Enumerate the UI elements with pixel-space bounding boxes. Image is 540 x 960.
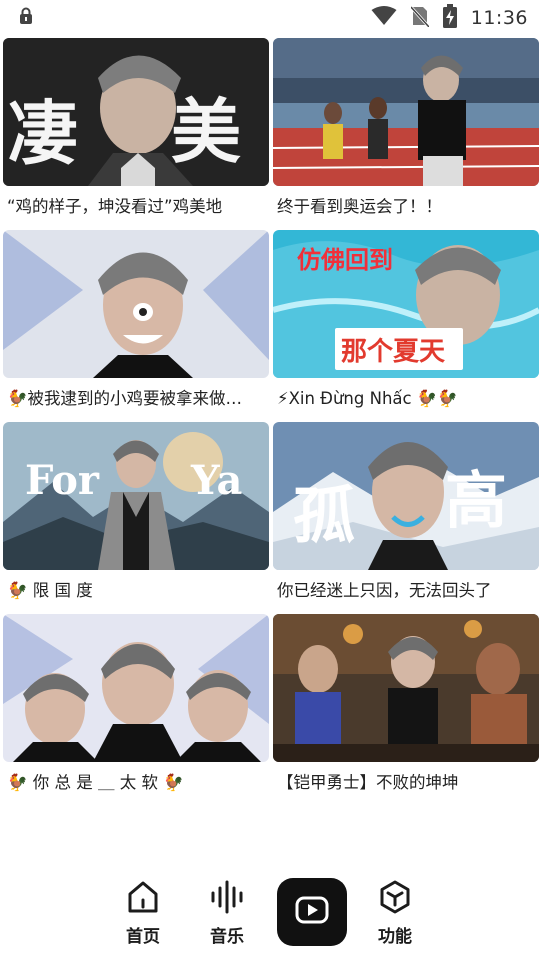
- svg-text:孤: 孤: [293, 479, 355, 552]
- nav-home-label: 首页: [126, 927, 160, 947]
- nav-home[interactable]: 首页: [113, 880, 173, 947]
- nav-functions-label: 功能: [378, 927, 412, 947]
- video-title[interactable]: 🐓 你 总 是 ＿ 太 软 🐓: [7, 769, 265, 797]
- video-title[interactable]: 【铠甲勇士】不败的坤坤: [277, 769, 535, 797]
- video-thumbnail[interactable]: 孤 高: [273, 422, 539, 570]
- home-icon: [127, 880, 159, 918]
- svg-text:美: 美: [171, 90, 241, 173]
- svg-text:Ya: Ya: [190, 457, 242, 504]
- video-card[interactable]: For Ya 🐓 限 国 度: [3, 422, 269, 610]
- nav-functions[interactable]: 功能: [365, 880, 425, 947]
- video-title[interactable]: 🐓被我逮到的小鸡要被拿来做…: [7, 385, 265, 413]
- no-sim-icon: [409, 5, 430, 31]
- svg-text:高: 高: [445, 464, 507, 537]
- play-video-icon: [295, 896, 329, 928]
- video-card[interactable]: 【铠甲勇士】不败的坤坤: [273, 614, 539, 802]
- waveform-icon: [210, 880, 244, 918]
- video-thumbnail[interactable]: [3, 614, 269, 762]
- video-card[interactable]: 仿佛回到 那个夏天 ⚡Xin Đừng Nhấc 🐓🐓: [273, 230, 539, 418]
- video-thumbnail[interactable]: [273, 614, 539, 762]
- wifi-icon: [371, 6, 397, 30]
- video-thumbnail[interactable]: [273, 38, 539, 186]
- video-thumbnail[interactable]: [3, 230, 269, 378]
- bottom-nav: 首页 音乐 功能: [0, 840, 540, 960]
- video-title[interactable]: 🐓 限 国 度: [7, 577, 265, 605]
- video-thumbnail[interactable]: For Ya: [3, 422, 269, 570]
- video-thumbnail[interactable]: 凄 美: [3, 38, 269, 186]
- video-card[interactable]: 孤 高 你已经迷上只因，无法回头了: [273, 422, 539, 610]
- status-bar: 11:36: [0, 0, 540, 36]
- svg-text:那个夏天: 那个夏天: [341, 337, 445, 367]
- thumb-caption: 凄: [8, 92, 78, 175]
- nav-music[interactable]: 音乐: [197, 880, 257, 947]
- video-thumbnail[interactable]: [3, 806, 269, 840]
- nav-video-button[interactable]: [277, 878, 347, 946]
- svg-text:For: For: [25, 457, 100, 504]
- nav-music-label: 音乐: [210, 927, 244, 947]
- video-title[interactable]: 你已经迷上只因，无法回头了: [277, 577, 535, 605]
- video-thumbnail[interactable]: [273, 806, 539, 840]
- svg-text:仿佛回到: 仿佛回到: [297, 246, 393, 274]
- video-thumbnail[interactable]: 仿佛回到 那个夏天: [273, 230, 539, 378]
- status-time: 11:36: [470, 7, 528, 29]
- video-title[interactable]: “鸡的样子，坤没看过”鸡美地: [7, 193, 265, 221]
- video-card[interactable]: 终于看到奥运会了！！: [273, 38, 539, 226]
- video-card[interactable]: 🐓被我逮到的小鸡要被拿来做…: [3, 230, 269, 418]
- cube-icon: [379, 880, 411, 918]
- video-card[interactable]: 🐓 你 总 是 ＿ 太 软 🐓: [3, 614, 269, 802]
- video-card[interactable]: 凄 美 “鸡的样子，坤没看过”鸡美地: [3, 38, 269, 226]
- video-title[interactable]: 终于看到奥运会了！！: [277, 193, 535, 221]
- battery-charging-icon: [442, 4, 457, 32]
- lock-icon: [18, 7, 34, 29]
- video-title[interactable]: ⚡Xin Đừng Nhấc 🐓🐓: [277, 385, 535, 413]
